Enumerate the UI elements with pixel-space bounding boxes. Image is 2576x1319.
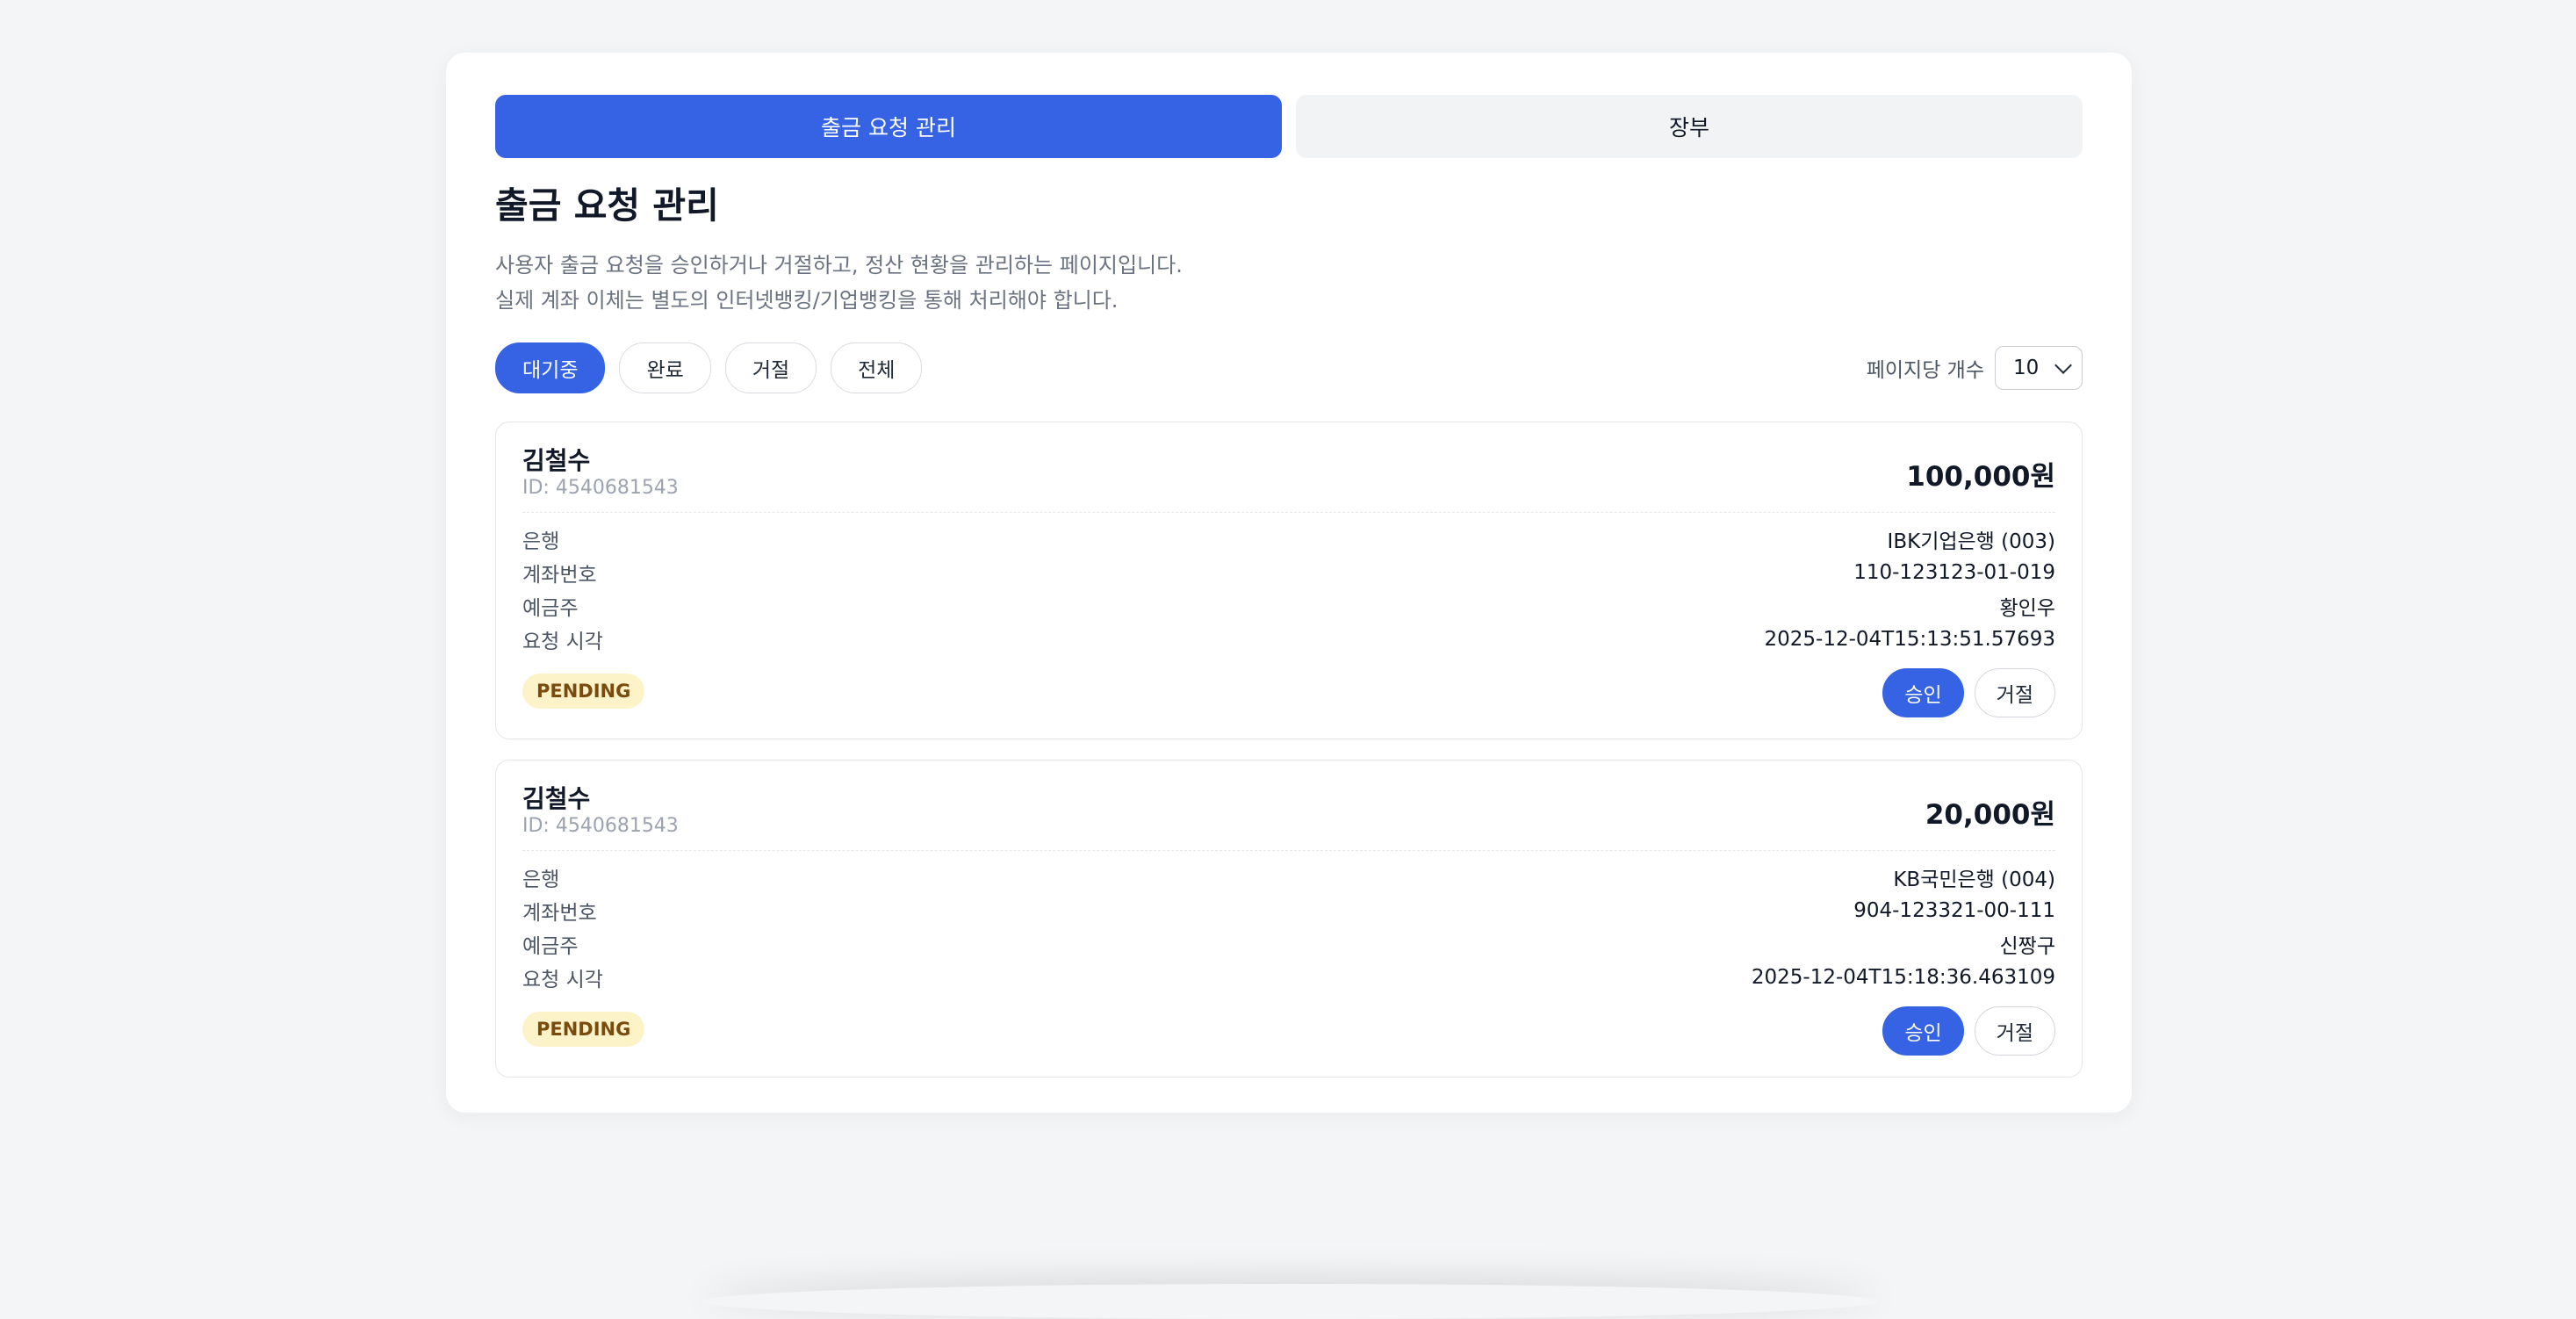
detail-row-account-number: 계좌번호 904-123321-00-111 <box>522 894 2055 927</box>
detail-value: 2025-12-04T15:13:51.57693 <box>1764 628 2056 651</box>
status-badge: PENDING <box>522 674 645 709</box>
page-size-select[interactable]: 10 <box>1995 346 2083 390</box>
detail-label: 예금주 <box>522 597 579 620</box>
approve-button[interactable]: 승인 <box>1882 1006 1964 1056</box>
card-actions: 승인 거절 <box>1882 668 2055 717</box>
detail-value: 110-123123-01-019 <box>1853 561 2055 584</box>
filter-rejected[interactable]: 거절 <box>724 342 817 393</box>
tab-withdrawal-requests[interactable]: 출금 요청 관리 <box>495 95 1282 158</box>
page-size-control: 페이지당 개수 10 <box>1867 346 2083 390</box>
main-panel: 출금 요청 관리 장부 출금 요청 관리 사용자 출금 요청을 승인하거나 거절… <box>446 53 2132 1113</box>
detail-row-request-time: 요청 시각 2025-12-04T15:18:36.463109 <box>522 961 2055 994</box>
withdrawal-request-card: 김철수 ID: 4540681543 100,000원 은행 IBK기업은행 (… <box>495 422 2083 739</box>
request-details: 은행 KB국민은행 (004) 계좌번호 904-123321-00-111 예… <box>522 861 2055 994</box>
detail-label: 계좌번호 <box>522 564 597 587</box>
requester-name: 김철수 <box>522 446 591 475</box>
requester-id: ID: 4540681543 <box>522 815 679 837</box>
detail-row-account-number: 계좌번호 110-123123-01-019 <box>522 556 2055 589</box>
reject-button[interactable]: 거절 <box>1974 668 2055 717</box>
withdrawal-request-card: 김철수 ID: 4540681543 20,000원 은행 KB국민은행 (00… <box>495 760 2083 1078</box>
detail-value: 904-123321-00-111 <box>1853 899 2055 922</box>
tab-ledger[interactable]: 장부 <box>1296 95 2083 158</box>
description-line-1: 사용자 출금 요청을 승인하거나 거절하고, 정산 현황을 관리하는 페이지입니… <box>495 253 1183 277</box>
detail-label: 은행 <box>522 869 560 891</box>
request-amount: 20,000원 <box>1925 799 2055 831</box>
detail-label: 요청 시각 <box>522 631 603 653</box>
detail-label: 예금주 <box>522 935 579 958</box>
approve-button[interactable]: 승인 <box>1882 668 1964 717</box>
detail-row-bank: 은행 IBK기업은행 (003) <box>522 523 2055 556</box>
filter-all[interactable]: 전체 <box>831 342 923 393</box>
description-line-2: 실제 계좌 이체는 별도의 인터넷뱅킹/기업뱅킹을 통해 처리해야 합니다. <box>495 288 1119 313</box>
card-actions: 승인 거절 <box>1882 1006 2055 1056</box>
bottom-shadow <box>702 1284 1879 1319</box>
detail-row-account-holder: 예금주 신짱구 <box>522 927 2055 961</box>
page-title: 출금 요청 관리 <box>495 184 719 227</box>
status-badge: PENDING <box>522 1012 645 1047</box>
tab-bar: 출금 요청 관리 장부 <box>495 95 2083 158</box>
detail-value: 2025-12-04T15:18:36.463109 <box>1751 966 2055 989</box>
filter-pending[interactable]: 대기중 <box>495 342 606 393</box>
detail-row-account-holder: 예금주 황인우 <box>522 589 2055 623</box>
chevron-down-icon <box>2054 357 2072 374</box>
detail-label: 계좌번호 <box>522 902 597 925</box>
detail-value: 신짱구 <box>1999 935 2055 958</box>
page-size-value: 10 <box>2013 357 2040 379</box>
detail-value: 황인우 <box>1999 597 2055 620</box>
card-divider <box>522 850 2055 851</box>
page-size-label: 페이지당 개수 <box>1866 359 1984 382</box>
requester-name: 김철수 <box>522 784 591 813</box>
detail-value: KB국민은행 (004) <box>1893 869 2055 891</box>
card-divider <box>522 512 2055 513</box>
filter-completed[interactable]: 완료 <box>619 342 711 393</box>
reject-button[interactable]: 거절 <box>1974 1006 2055 1056</box>
request-amount: 100,000원 <box>1906 461 2055 493</box>
detail-row-request-time: 요청 시각 2025-12-04T15:13:51.57693 <box>522 623 2055 656</box>
detail-row-bank: 은행 KB국민은행 (004) <box>522 861 2055 894</box>
detail-label: 요청 시각 <box>522 969 603 991</box>
detail-value: IBK기업은행 (003) <box>1887 530 2055 553</box>
request-details: 은행 IBK기업은행 (003) 계좌번호 110-123123-01-019 … <box>522 523 2055 656</box>
page-description: 사용자 출금 요청을 승인하거나 거절하고, 정산 현황을 관리하는 페이지입니… <box>495 248 1183 318</box>
status-filter-group: 대기중 완료 거절 전체 <box>495 342 923 393</box>
detail-label: 은행 <box>522 530 560 553</box>
requester-id: ID: 4540681543 <box>522 477 679 499</box>
